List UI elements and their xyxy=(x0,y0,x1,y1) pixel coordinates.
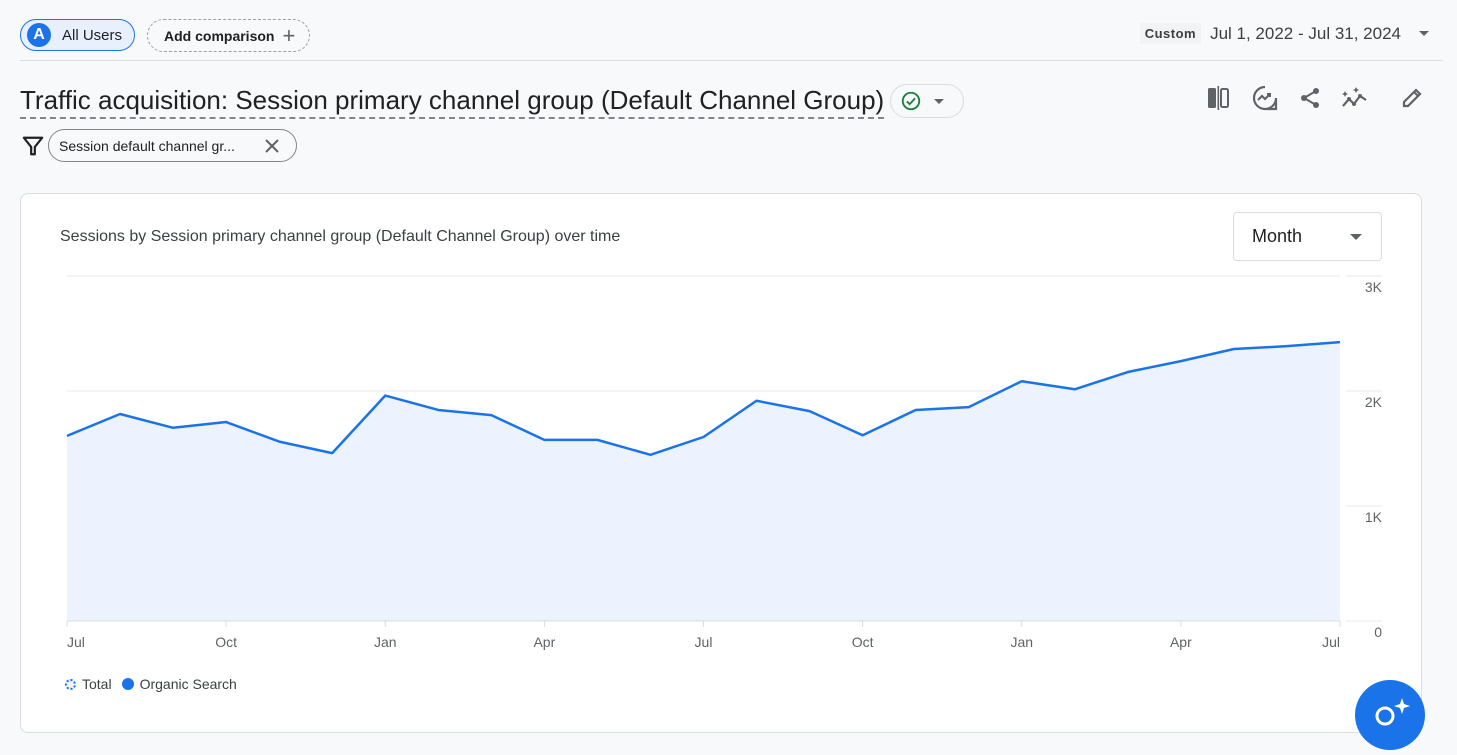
chart-legend: Total Organic Search xyxy=(65,676,237,692)
segment-avatar: A xyxy=(27,23,51,47)
report-actions xyxy=(1205,84,1426,112)
x-tick-label: Jul xyxy=(1322,634,1340,650)
x-tick-label: Apr xyxy=(1170,634,1192,650)
close-icon[interactable] xyxy=(264,138,280,154)
x-tick-label: Oct xyxy=(215,634,237,650)
add-comparison-label: Add comparison xyxy=(164,28,274,44)
chevron-down-icon xyxy=(934,99,944,104)
segment-chip-all-users[interactable]: A All Users xyxy=(20,19,135,51)
x-tick-label: Jan xyxy=(374,634,397,650)
legend-organic-swatch xyxy=(122,678,134,690)
y-tick-label: 3K xyxy=(1365,279,1383,295)
y-tick-label: 1K xyxy=(1365,509,1383,525)
title-row: Traffic acquisition: Session primary cha… xyxy=(20,82,964,120)
filter-chip[interactable]: Session default channel gr... xyxy=(48,129,297,162)
filter-icon xyxy=(22,135,44,157)
x-tick-label: Apr xyxy=(533,634,555,650)
check-circle-icon xyxy=(900,90,922,112)
legend-total-label[interactable]: Total xyxy=(82,676,112,692)
top-bar: A All Users Add comparison + Custom Jul … xyxy=(20,19,1443,61)
chevron-down-icon xyxy=(1419,31,1429,36)
compare-icon[interactable] xyxy=(1205,84,1233,112)
filter-chip-label: Session default channel gr... xyxy=(59,138,264,154)
edit-icon[interactable] xyxy=(1398,84,1426,112)
date-range-picker[interactable]: Custom Jul 1, 2022 - Jul 31, 2024 xyxy=(1140,23,1429,44)
x-tick-label: Jul xyxy=(695,634,713,650)
x-tick-label: Jul xyxy=(67,634,85,650)
date-range-text: Jul 1, 2022 - Jul 31, 2024 xyxy=(1210,24,1401,44)
filter-row: Session default channel gr... xyxy=(22,129,297,162)
plus-icon: + xyxy=(282,25,295,47)
x-tick-label: Jan xyxy=(1010,634,1033,650)
series-area-organic-search xyxy=(67,342,1340,621)
insights-icon[interactable] xyxy=(1251,84,1279,112)
sparkle-gear-icon xyxy=(1355,680,1425,750)
y-tick-label: 2K xyxy=(1365,394,1383,410)
report-status-button[interactable] xyxy=(890,84,964,118)
add-comparison-button[interactable]: Add comparison + xyxy=(147,19,310,52)
y-tick-label: 0 xyxy=(1374,624,1382,640)
x-tick-label: Oct xyxy=(852,634,874,650)
right-gutter xyxy=(1422,193,1457,717)
page-title[interactable]: Traffic acquisition: Session primary cha… xyxy=(20,84,884,119)
ai-assistant-button[interactable] xyxy=(1355,680,1425,750)
segment-label: All Users xyxy=(62,27,122,44)
legend-total-swatch xyxy=(65,679,76,690)
date-badge: Custom xyxy=(1140,23,1201,44)
sessions-chart: 0 1K 2K 3K Jul Oct Jan Apr Jul Oct Jan Apr Jul xyxy=(21,194,1421,674)
share-icon[interactable] xyxy=(1296,84,1324,112)
sparkle-trend-icon[interactable] xyxy=(1341,84,1369,112)
chart-card: Sessions by Session primary channel grou… xyxy=(20,193,1422,733)
legend-organic-label[interactable]: Organic Search xyxy=(140,676,237,692)
